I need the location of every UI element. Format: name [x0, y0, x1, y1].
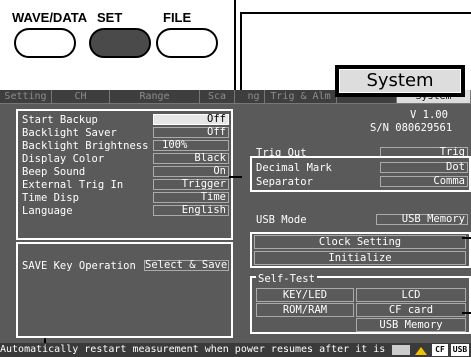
beep-sound-select[interactable]: On	[153, 166, 229, 177]
display-color-label: Display Color	[22, 153, 105, 165]
display-color-select[interactable]: Black	[153, 153, 229, 164]
warning-icon	[415, 347, 427, 355]
cf-card-icon: CF	[432, 344, 448, 356]
status-message: Automatically restart measurement when p…	[0, 344, 386, 355]
tab-trig-alm[interactable]: Trig & Alm	[265, 90, 337, 103]
self-test-title: Self-Test	[256, 273, 317, 285]
callout-pointer	[462, 312, 471, 314]
time-disp-label: Time Disp	[22, 192, 79, 204]
start-backup-select[interactable]: Off	[153, 114, 229, 125]
rom-ram-test-button[interactable]: ROM/RAM	[256, 303, 354, 317]
backlight-saver-select[interactable]: Off	[153, 127, 229, 138]
wave-data-key[interactable]	[14, 28, 76, 58]
set-key-label: SET	[97, 10, 123, 25]
initialize-button[interactable]: Initialize	[254, 251, 466, 265]
tab-range[interactable]: Range	[110, 90, 200, 103]
tab-ch[interactable]: CH	[52, 90, 110, 103]
file-key[interactable]	[156, 28, 218, 58]
wave-data-key-label: WAVE/DATA	[12, 10, 88, 25]
callout-line	[240, 12, 471, 14]
tab-scaling-tail: ng	[243, 90, 265, 103]
firmware-version: V 1.00	[410, 109, 448, 121]
clock-setting-button[interactable]: Clock Setting	[254, 235, 466, 249]
language-select[interactable]: English	[153, 205, 229, 216]
external-trig-in-label: External Trig In	[22, 179, 124, 191]
decimal-mark-label: Decimal Mark	[256, 162, 332, 174]
external-trig-in-select[interactable]: Trigger	[153, 179, 229, 190]
backlight-saver-label: Backlight Saver	[22, 127, 117, 139]
usb-memory-test-button[interactable]: USB Memory	[356, 318, 466, 332]
start-backup-label: Start Backup	[22, 114, 98, 126]
usb-mode-label: USB Mode	[256, 214, 307, 226]
backlight-brightness-select[interactable]: 100%	[153, 140, 229, 151]
usb-icon: USB	[451, 344, 469, 356]
set-key[interactable]	[89, 28, 151, 58]
beep-sound-label: Beep Sound	[22, 166, 86, 178]
tab-scaling[interactable]: Sca	[200, 90, 235, 103]
usb-mode-select[interactable]: USB Memory	[376, 214, 468, 225]
backlight-brightness-label: Backlight Brightness	[22, 140, 149, 152]
save-key-operation-label: SAVE Key Operation	[22, 260, 136, 272]
cf-card-test-button[interactable]: CF card	[356, 303, 466, 317]
key-led-test-button[interactable]: KEY/LED	[256, 288, 354, 302]
system-callout: System	[335, 65, 465, 97]
callout-pointer	[462, 237, 471, 239]
save-key-operation-select[interactable]: Select & Save	[144, 260, 229, 271]
tab-setting[interactable]: Setting	[0, 90, 52, 103]
save-key-panel-frame	[16, 242, 233, 338]
lcd-test-button[interactable]: LCD	[356, 288, 466, 302]
language-label: Language	[22, 205, 73, 217]
callout-pointer	[229, 176, 242, 178]
file-key-label: FILE	[163, 10, 192, 25]
system-callout-label: System	[339, 69, 461, 93]
serial-number: S/N 080629561	[370, 122, 453, 134]
separator-select[interactable]: Comma	[380, 176, 468, 187]
decimal-mark-select[interactable]: Dot	[380, 162, 468, 173]
status-bar: Automatically restart measurement when p…	[0, 343, 471, 357]
time-disp-select[interactable]: Time	[153, 192, 229, 203]
instrument-screen: Setting CH Range Sca ng Trig & Alm Syste…	[0, 90, 471, 357]
datetime-indicator	[392, 345, 410, 355]
separator-label: Separator	[256, 176, 313, 188]
